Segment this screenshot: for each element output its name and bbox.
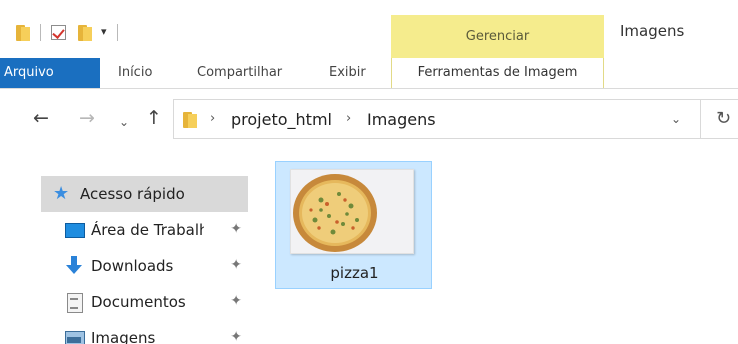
sidebar-item-label: Downloads (91, 257, 174, 275)
file-item-pizza1[interactable]: pizza1 (275, 161, 432, 289)
breadcrumb-imagens[interactable]: Imagens (367, 110, 436, 129)
address-bar[interactable]: › projeto_html › Imagens ⌄ (173, 99, 701, 139)
navigation-pane: ★ Acesso rápido Área de Trabalho ✦ Downl… (0, 148, 262, 344)
sidebar-item-documentos[interactable]: Documentos ✦ (41, 284, 248, 320)
ribbon-tabs: Arquivo Início Compartilhar Exibir Ferra… (0, 58, 738, 89)
customize-dropdown-icon[interactable]: ▾ (101, 25, 107, 38)
tab-exibir[interactable]: Exibir (329, 58, 366, 88)
quick-access-toolbar: ▾ (16, 18, 128, 46)
documents-icon (64, 292, 84, 313)
pizza-thumbnail-image (291, 170, 413, 253)
sidebar-item-acesso-rapido[interactable]: ★ Acesso rápido (41, 176, 248, 212)
breadcrumb-separator-icon: › (346, 111, 352, 126)
file-name-label: pizza1 (330, 264, 379, 282)
sidebar-item-area-de-trabalho[interactable]: Área de Trabalho ✦ (41, 212, 248, 248)
pin-icon[interactable]: ✦ (230, 329, 242, 344)
sidebar-item-label: Imagens (91, 329, 156, 344)
tab-inicio[interactable]: Início (118, 58, 152, 88)
refresh-icon: ↻ (716, 108, 732, 129)
desktop-icon (64, 220, 85, 240)
breadcrumb-separator-icon: › (210, 111, 216, 126)
download-icon (64, 256, 84, 276)
manage-context-label: Gerenciar (465, 29, 530, 44)
image-thumbnail (290, 169, 414, 254)
breadcrumb-projeto-html[interactable]: projeto_html (231, 110, 332, 129)
tab-compartilhar[interactable]: Compartilhar (197, 58, 282, 88)
recent-locations-chevron-icon[interactable]: ⌄ (119, 112, 129, 132)
toolbar-divider (116, 23, 118, 41)
sidebar-item-label: Documentos (91, 293, 186, 311)
sidebar-item-imagens[interactable]: Imagens ✦ (41, 320, 248, 344)
file-explorer-window: ▾ Gerenciar Imagens Arquivo Início Compa… (0, 0, 738, 344)
pin-icon[interactable]: ✦ (230, 257, 242, 273)
manage-context-tab[interactable]: Gerenciar (391, 15, 604, 58)
folder-icon[interactable] (16, 24, 30, 41)
ribbon-divider (0, 88, 738, 89)
title-bar: ▾ Gerenciar Imagens (0, 0, 738, 58)
up-arrow-icon[interactable]: ↑ (146, 108, 162, 128)
sidebar-item-label: Acesso rápido (80, 185, 185, 203)
properties-check-icon[interactable] (51, 24, 66, 40)
star-icon: ★ (53, 183, 70, 204)
tab-ferramentas-de-imagem[interactable]: Ferramentas de Imagem (391, 58, 604, 89)
address-dropdown-icon[interactable]: ⌄ (671, 112, 681, 126)
folder-icon (183, 111, 197, 128)
toolbar-divider (40, 23, 41, 41)
pictures-icon (64, 328, 85, 344)
window-title: Imagens (620, 22, 685, 40)
refresh-button[interactable]: ↻ (701, 99, 738, 139)
back-arrow-icon[interactable]: ← (33, 108, 49, 128)
new-folder-icon[interactable] (78, 24, 92, 41)
pin-icon[interactable]: ✦ (230, 221, 242, 237)
sidebar-item-downloads[interactable]: Downloads ✦ (41, 248, 248, 284)
navigation-bar: ← → ⌄ ↑ › projeto_html › Imagens ⌄ ↻ (0, 99, 738, 139)
sidebar-item-label: Área de Trabalho (91, 221, 204, 239)
forward-arrow-icon[interactable]: → (79, 108, 95, 128)
tab-arquivo[interactable]: Arquivo (0, 58, 100, 88)
pin-icon[interactable]: ✦ (230, 293, 242, 309)
